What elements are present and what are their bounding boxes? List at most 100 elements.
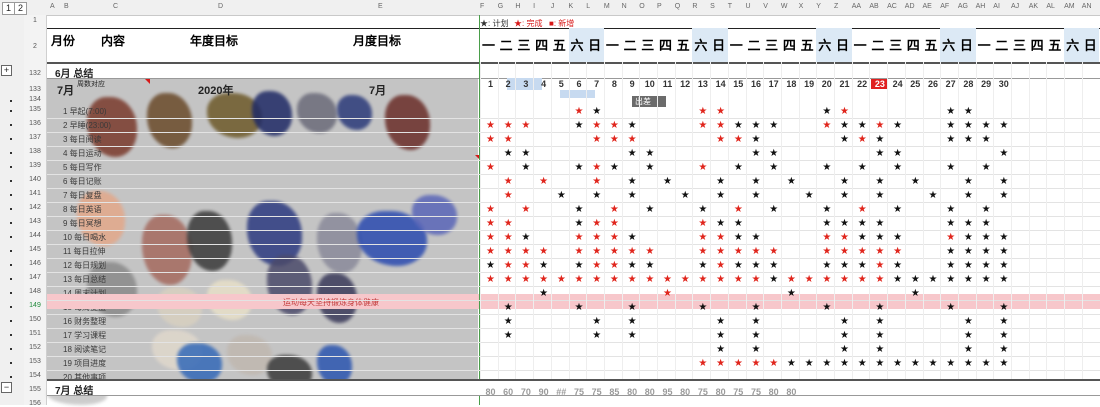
row-number[interactable]: 145 xyxy=(24,246,46,253)
plan-star[interactable]: ★ xyxy=(889,232,906,244)
plan-star[interactable]: ★ xyxy=(588,330,605,342)
done-star[interactable]: ★ xyxy=(500,232,517,244)
done-star[interactable]: ★ xyxy=(482,204,499,216)
done-star[interactable]: ★ xyxy=(818,246,835,258)
done-star[interactable]: ★ xyxy=(871,246,888,258)
done-star[interactable]: ★ xyxy=(606,204,623,216)
plan-star[interactable]: ★ xyxy=(818,162,835,174)
plan-star[interactable]: ★ xyxy=(765,148,782,160)
plan-star[interactable]: ★ xyxy=(960,246,977,258)
task-name[interactable]: 5 每日写作 xyxy=(63,162,102,173)
plan-star[interactable]: ★ xyxy=(783,176,800,188)
done-star[interactable]: ★ xyxy=(712,106,729,118)
done-star[interactable]: ★ xyxy=(871,274,888,286)
done-star[interactable]: ★ xyxy=(588,162,605,174)
plan-star[interactable]: ★ xyxy=(836,218,853,230)
row-number[interactable]: 139 xyxy=(24,162,46,169)
row-number[interactable]: 134 xyxy=(24,96,46,103)
plan-star[interactable]: ★ xyxy=(978,204,995,216)
done-star[interactable]: ★ xyxy=(624,246,641,258)
plan-star[interactable]: ★ xyxy=(942,358,959,370)
plan-star[interactable]: ★ xyxy=(730,232,747,244)
plan-star[interactable]: ★ xyxy=(765,260,782,272)
day-number[interactable]: 27 xyxy=(942,79,959,89)
plan-star[interactable]: ★ xyxy=(571,162,588,174)
plan-star[interactable]: ★ xyxy=(517,148,534,160)
plan-star[interactable]: ★ xyxy=(500,148,517,160)
day-number[interactable]: 26 xyxy=(925,79,942,89)
column-letter[interactable]: E xyxy=(378,3,383,10)
column-letter[interactable]: S xyxy=(710,3,715,10)
day-number[interactable]: 16 xyxy=(748,79,765,89)
collapse-group-icon[interactable]: − xyxy=(1,382,12,393)
plan-star[interactable]: ★ xyxy=(677,190,694,202)
done-star[interactable]: ★ xyxy=(712,274,729,286)
plan-star[interactable]: ★ xyxy=(783,288,800,300)
plan-star[interactable]: ★ xyxy=(748,232,765,244)
day-number[interactable]: 24 xyxy=(889,79,906,89)
plan-star[interactable]: ★ xyxy=(748,316,765,328)
day-number[interactable]: 11 xyxy=(659,79,676,89)
done-star[interactable]: ★ xyxy=(482,120,499,132)
done-star[interactable]: ★ xyxy=(694,274,711,286)
done-star[interactable]: ★ xyxy=(836,106,853,118)
plan-star[interactable]: ★ xyxy=(960,232,977,244)
row-number[interactable]: 141 xyxy=(24,190,46,197)
column-letter[interactable]: AD xyxy=(905,3,915,10)
row-number[interactable]: 152 xyxy=(24,344,46,351)
done-star[interactable]: ★ xyxy=(535,176,552,188)
column-letter[interactable]: D xyxy=(218,3,223,10)
plan-star[interactable]: ★ xyxy=(942,106,959,118)
plan-star[interactable]: ★ xyxy=(995,190,1012,202)
plan-star[interactable]: ★ xyxy=(624,148,641,160)
done-star[interactable]: ★ xyxy=(818,120,835,132)
plan-star[interactable]: ★ xyxy=(836,316,853,328)
task-name[interactable]: 12 每日规划 xyxy=(63,260,106,271)
plan-star[interactable]: ★ xyxy=(641,260,658,272)
plan-star[interactable]: ★ xyxy=(960,134,977,146)
done-star[interactable]: ★ xyxy=(624,274,641,286)
plan-star[interactable]: ★ xyxy=(995,358,1012,370)
day-number[interactable]: 10 xyxy=(641,79,658,89)
done-star[interactable]: ★ xyxy=(517,204,534,216)
plan-star[interactable]: ★ xyxy=(978,246,995,258)
done-star[interactable]: ★ xyxy=(482,246,499,258)
done-star[interactable]: ★ xyxy=(712,246,729,258)
day-number[interactable]: 4 xyxy=(535,79,552,89)
plan-star[interactable]: ★ xyxy=(978,232,995,244)
done-star[interactable]: ★ xyxy=(482,162,499,174)
plan-star[interactable]: ★ xyxy=(995,120,1012,132)
day-number[interactable]: 22 xyxy=(854,79,871,89)
task-name[interactable]: 10 每日喝水 xyxy=(63,232,106,243)
plan-star[interactable]: ★ xyxy=(694,260,711,272)
plan-star[interactable]: ★ xyxy=(942,246,959,258)
done-star[interactable]: ★ xyxy=(712,232,729,244)
column-letter[interactable]: AB xyxy=(869,3,878,10)
plan-star[interactable]: ★ xyxy=(836,358,853,370)
done-star[interactable]: ★ xyxy=(765,246,782,258)
column-letter[interactable]: AM xyxy=(1064,3,1075,10)
plan-star[interactable]: ★ xyxy=(978,134,995,146)
done-star[interactable]: ★ xyxy=(836,246,853,258)
plan-star[interactable]: ★ xyxy=(942,162,959,174)
done-star[interactable]: ★ xyxy=(571,106,588,118)
plan-star[interactable]: ★ xyxy=(995,302,1012,314)
column-letter[interactable]: Z xyxy=(834,3,838,10)
done-star[interactable]: ★ xyxy=(801,274,818,286)
column-letter[interactable]: B xyxy=(64,3,69,10)
task-name[interactable]: 16 财务整理 xyxy=(63,316,106,327)
done-star[interactable]: ★ xyxy=(606,274,623,286)
done-star[interactable]: ★ xyxy=(694,246,711,258)
column-letter[interactable]: L xyxy=(586,3,590,10)
done-star[interactable]: ★ xyxy=(712,120,729,132)
plan-star[interactable]: ★ xyxy=(571,120,588,132)
plan-star[interactable]: ★ xyxy=(942,204,959,216)
row-number[interactable]: 151 xyxy=(24,330,46,337)
plan-star[interactable]: ★ xyxy=(624,316,641,328)
done-star[interactable]: ★ xyxy=(748,358,765,370)
plan-star[interactable]: ★ xyxy=(942,260,959,272)
plan-star[interactable]: ★ xyxy=(871,232,888,244)
plan-star[interactable]: ★ xyxy=(942,134,959,146)
outline-level-2-button[interactable]: 2 xyxy=(14,2,27,15)
done-star[interactable]: ★ xyxy=(500,260,517,272)
